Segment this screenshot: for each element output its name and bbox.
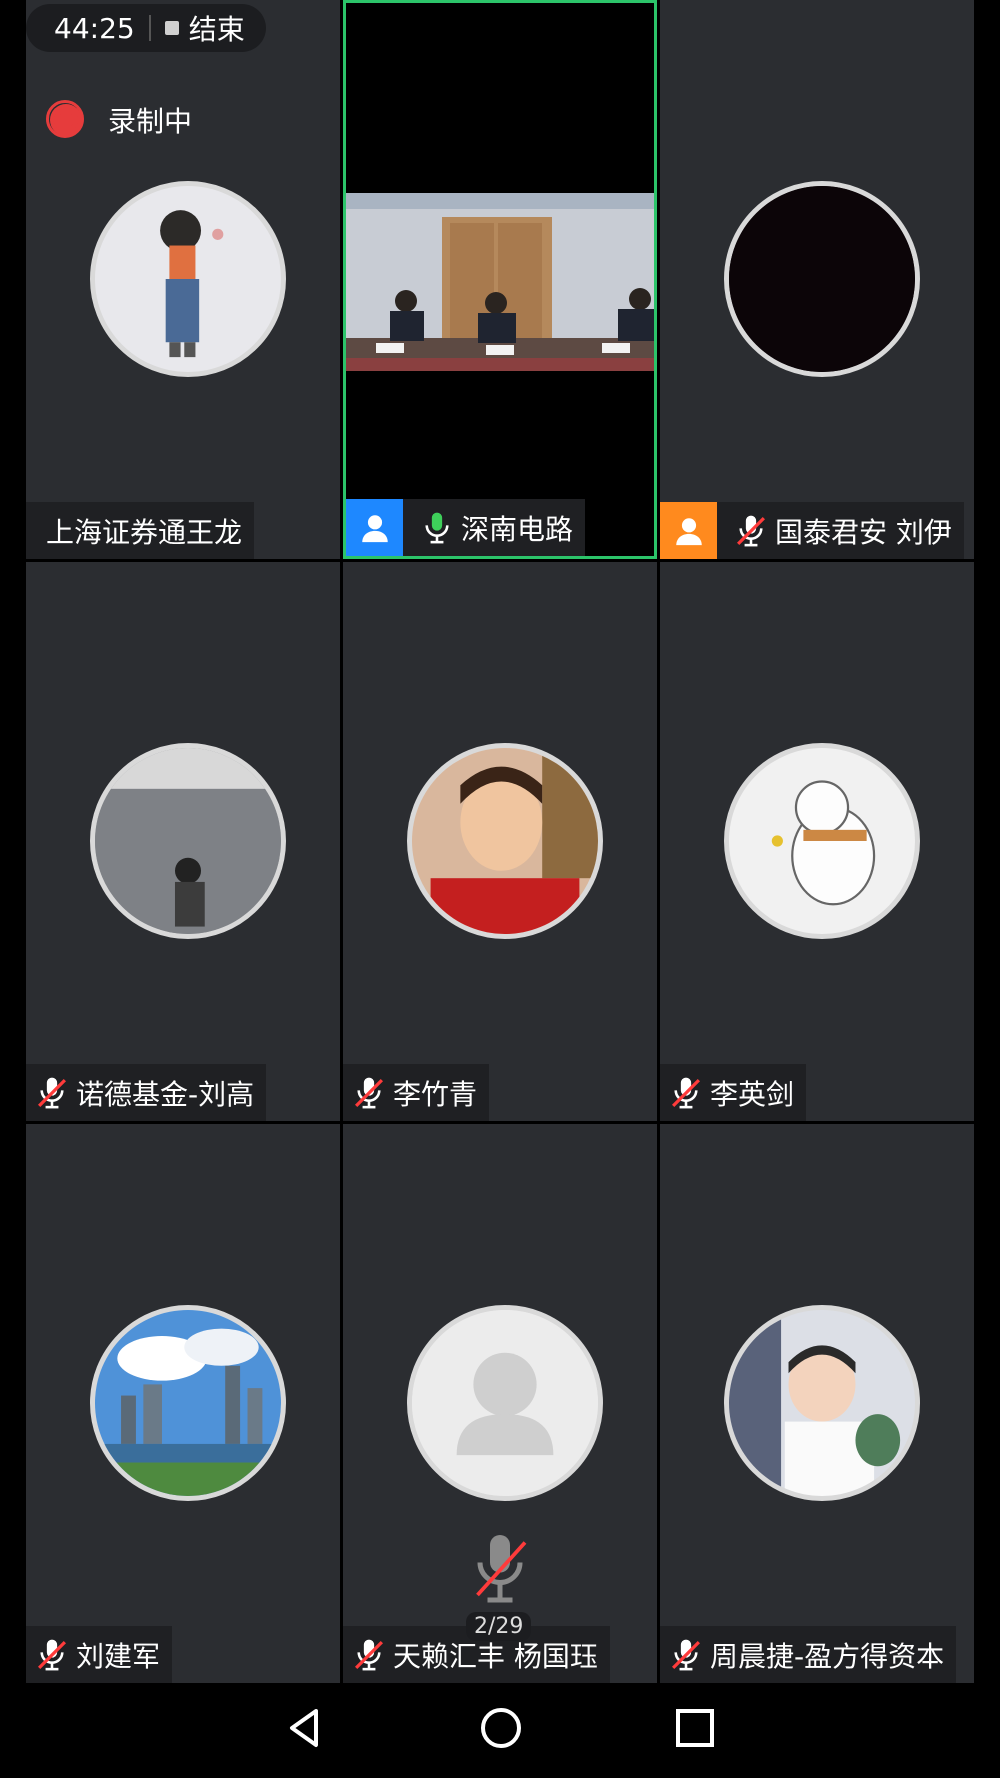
participant-name: 刘建军: [76, 1639, 161, 1673]
user-icon: [675, 517, 702, 545]
participant-tile[interactable]: 诺德基金-刘高: [26, 562, 340, 1121]
participant-nameplate: 上海证券通王龙: [26, 502, 255, 559]
recents-icon[interactable]: [670, 1703, 720, 1753]
meeting-status-bar: 44:25 结束: [26, 4, 266, 52]
avatar: [90, 181, 286, 377]
avatar: [724, 743, 920, 939]
user-icon: [361, 514, 388, 542]
participant-name: 诺德基金-刘高: [76, 1077, 255, 1111]
avatar: [90, 743, 286, 939]
mic-muted-icon: [355, 1077, 383, 1108]
mic-muted-icon: [737, 515, 765, 546]
participant-tile[interactable]: 上海证券通王龙: [26, 0, 340, 559]
participant-name: 国泰君安 刘伊: [775, 515, 952, 549]
participant-name: 周晨捷-盈方得资本: [710, 1639, 945, 1673]
participant-nameplate: 刘建军: [26, 1626, 173, 1683]
avatar: [407, 1305, 603, 1501]
mic-on-icon: [425, 512, 449, 543]
participant-tile[interactable]: 刘建军: [26, 1124, 340, 1683]
page-indicator: 2/29: [466, 1612, 532, 1641]
host-badge: [346, 499, 403, 556]
mic-muted-icon: [38, 1639, 66, 1670]
end-meeting-button[interactable]: 结束: [189, 8, 245, 48]
record-icon: [46, 100, 84, 138]
recording-label: 录制中: [108, 105, 193, 138]
participant-name: 深南电路: [461, 512, 574, 546]
avatar: [724, 181, 920, 377]
participant-tile[interactable]: 李英剑: [660, 562, 974, 1121]
avatar: [407, 743, 603, 939]
stop-icon: [164, 21, 179, 35]
participant-nameplate: 周晨捷-盈方得资本: [660, 1626, 957, 1683]
mic-muted-icon: [38, 1077, 66, 1108]
home-icon[interactable]: [476, 1703, 526, 1753]
participant-video: [346, 193, 654, 371]
participant-name: 李英剑: [710, 1077, 795, 1111]
participant-name: 上海证券通王龙: [46, 515, 243, 549]
mic-muted-icon: [672, 1639, 700, 1670]
participant-nameplate: 李英剑: [660, 1064, 807, 1121]
mic-muted-icon[interactable]: [470, 1530, 530, 1610]
recording-indicator: 录制中: [46, 100, 193, 140]
participant-tile[interactable]: 周晨捷-盈方得资本: [660, 1124, 974, 1683]
divider: [148, 15, 151, 41]
meeting-timer: 44:25: [54, 11, 135, 45]
participant-grid: 上海证券通王龙 深南电路 国泰君安 刘伊 诺德基金-刘高 李竹青 李英剑 刘建军…: [26, 0, 974, 1683]
mic-muted-icon: [355, 1639, 383, 1670]
participant-tile-active[interactable]: 深南电路: [343, 0, 657, 559]
participant-nameplate: 国泰君安 刘伊: [660, 502, 964, 559]
cohost-badge: [660, 502, 717, 559]
participant-nameplate: 李竹青: [343, 1064, 490, 1121]
participant-nameplate: 深南电路: [346, 499, 586, 556]
system-navigation-bar: [0, 1683, 1000, 1778]
participant-name: 李竹青: [393, 1077, 478, 1111]
participant-tile[interactable]: 李竹青: [343, 562, 657, 1121]
participant-tile[interactable]: 国泰君安 刘伊: [660, 0, 974, 559]
back-icon[interactable]: [280, 1703, 330, 1753]
avatar: [90, 1305, 286, 1501]
mic-muted-icon: [672, 1077, 700, 1108]
participant-nameplate: 诺德基金-刘高: [26, 1064, 267, 1121]
avatar: [724, 1305, 920, 1501]
